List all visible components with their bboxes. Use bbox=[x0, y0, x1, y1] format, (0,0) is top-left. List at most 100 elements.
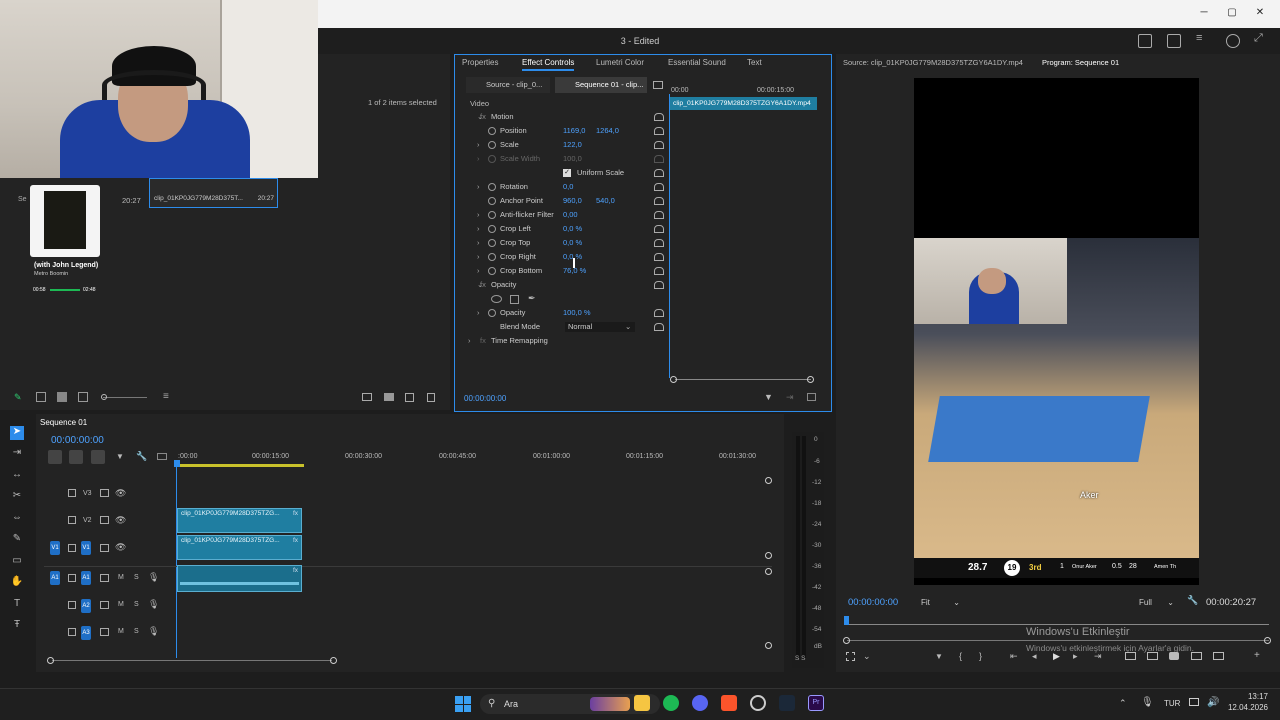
zoom-slider[interactable] bbox=[103, 397, 147, 398]
discord-icon[interactable] bbox=[692, 695, 708, 711]
razor-icon[interactable]: ✂ bbox=[10, 490, 24, 504]
time-remapping-row[interactable]: › fx Time Remapping bbox=[468, 335, 666, 347]
clock-date[interactable]: 12.04.2026 bbox=[1222, 703, 1268, 712]
lock-icon[interactable] bbox=[68, 601, 76, 609]
ellipse-mask-icon[interactable] bbox=[491, 295, 502, 303]
tab-effect-controls[interactable]: Effect Controls bbox=[522, 58, 575, 71]
playhead-handle[interactable] bbox=[174, 460, 180, 467]
blend-mode-row[interactable]: Blend Mode Normal ⌄ bbox=[470, 321, 666, 333]
tab-properties[interactable]: Properties bbox=[462, 58, 498, 67]
a-scroll-handle[interactable] bbox=[765, 568, 772, 575]
sync-lock-icon[interactable] bbox=[100, 574, 109, 582]
add-marker-icon[interactable]: ▼ bbox=[935, 652, 943, 661]
pencil-icon[interactable]: ✎ bbox=[14, 392, 24, 402]
mute-button[interactable]: M bbox=[118, 574, 124, 581]
scale-row[interactable]: › Scale 122,0 bbox=[470, 139, 666, 151]
crop-right-row[interactable]: › Crop Right 0,0 % bbox=[470, 251, 666, 263]
marker-icon[interactable]: ▼ bbox=[116, 452, 124, 461]
lock-icon[interactable] bbox=[68, 628, 76, 636]
timeline-h-scroll[interactable] bbox=[52, 660, 332, 661]
pen-mask-icon[interactable]: ✒ bbox=[528, 293, 536, 304]
search-icon[interactable] bbox=[1226, 34, 1240, 48]
rectangle-mask-icon[interactable] bbox=[510, 295, 519, 304]
source-v1-button[interactable]: V1 bbox=[50, 541, 60, 555]
sort-icon[interactable]: ≡ bbox=[163, 391, 169, 402]
quality-dropdown[interactable]: Full ⌄ bbox=[1136, 596, 1178, 609]
sync-lock-icon[interactable] bbox=[100, 544, 109, 552]
new-item-icon[interactable] bbox=[405, 393, 414, 402]
close-button[interactable]: ✕ bbox=[1253, 6, 1267, 20]
lock-icon[interactable] bbox=[68, 574, 76, 582]
meter-solo[interactable]: S S bbox=[795, 655, 805, 662]
spotify-icon[interactable] bbox=[663, 695, 679, 711]
share-icon[interactable] bbox=[1167, 34, 1181, 48]
new-bin-icon[interactable] bbox=[384, 393, 394, 401]
crop-left-row[interactable]: › Crop Left 0,0 % bbox=[470, 223, 666, 235]
track-label-a1[interactable]: A1 bbox=[81, 571, 91, 585]
slip-icon[interactable]: ⇔ bbox=[10, 512, 24, 526]
mute-button[interactable]: M bbox=[118, 601, 124, 608]
sequence-tab[interactable]: Sequence 01 bbox=[40, 418, 87, 427]
mark-in-icon[interactable]: { bbox=[959, 651, 962, 661]
ec-clip-bar[interactable]: clip_01KP0JG779M28D375TZGY6A1DY.mp4 bbox=[670, 97, 817, 110]
lock-icon[interactable] bbox=[68, 544, 76, 552]
antiflicker-row[interactable]: › Anti-flicker Filter 0,00 bbox=[470, 209, 666, 221]
program-scrub-bar[interactable] bbox=[847, 624, 1269, 625]
icon-view-icon[interactable] bbox=[57, 392, 67, 402]
source-monitor-tab[interactable]: Source: clip_01KP0JG779M28D375TZGY6A1DY.… bbox=[843, 58, 1023, 67]
toggle-timeline-icon[interactable] bbox=[653, 81, 663, 89]
track-select-icon[interactable]: ⇥ bbox=[10, 447, 24, 461]
source-a1-button[interactable]: A1 bbox=[50, 571, 60, 585]
play-icon[interactable]: ▶ bbox=[1053, 651, 1060, 662]
premiere-pro-icon[interactable]: Pr bbox=[808, 695, 824, 711]
anchor-row[interactable]: Anchor Point 960,0 540,0 bbox=[470, 195, 666, 207]
v-scroll-handle[interactable] bbox=[765, 552, 772, 559]
music-progress[interactable] bbox=[50, 289, 80, 291]
sequence-dropdown[interactable]: Sequence 01 - clip... bbox=[555, 77, 647, 93]
source-dropdown[interactable]: Source - clip_0... bbox=[466, 77, 550, 93]
captions-icon[interactable] bbox=[157, 453, 167, 460]
mic-icon[interactable]: 🎙 bbox=[148, 599, 159, 610]
wrench-icon[interactable]: 🔧 bbox=[136, 451, 147, 462]
sync-lock-icon[interactable] bbox=[100, 489, 109, 497]
microphone-icon[interactable]: 🎙 bbox=[1141, 697, 1154, 708]
zoom-handle[interactable] bbox=[101, 394, 107, 400]
timeline-timecode[interactable]: 00:00:00:00 bbox=[51, 435, 104, 446]
steam-icon[interactable] bbox=[779, 695, 795, 711]
language-indicator[interactable]: TUR bbox=[1164, 699, 1180, 708]
lock-icon[interactable] bbox=[68, 489, 76, 497]
opacity-section-row[interactable]: ⌄ fx Opacity bbox=[470, 279, 666, 291]
a-scroll-handle[interactable] bbox=[765, 642, 772, 649]
go-to-out-icon[interactable]: ⇥ bbox=[1094, 651, 1102, 662]
add-button-icon[interactable]: + bbox=[1254, 650, 1260, 661]
steam-tray-icon[interactable] bbox=[750, 695, 766, 711]
filter-icon[interactable]: ▼ bbox=[764, 392, 773, 402]
tab-essential-sound[interactable]: Essential Sound bbox=[668, 58, 726, 67]
export-icon[interactable] bbox=[807, 393, 816, 401]
mic-icon[interactable]: 🎙 bbox=[148, 572, 159, 583]
maximize-button[interactable]: ▢ bbox=[1225, 6, 1239, 20]
mute-button[interactable]: M bbox=[118, 628, 124, 635]
workspace-icon[interactable] bbox=[1138, 34, 1152, 48]
sync-lock-icon[interactable] bbox=[100, 628, 109, 636]
type-tool-icon[interactable]: T bbox=[10, 598, 24, 612]
solo-button[interactable]: S bbox=[134, 601, 139, 608]
tab-text[interactable]: Text bbox=[747, 58, 762, 67]
work-area-bar[interactable] bbox=[178, 464, 304, 467]
ec-zoom-right-handle[interactable] bbox=[807, 376, 814, 383]
clock-time[interactable]: 13:17 bbox=[1238, 692, 1268, 701]
proxy-toggle-icon[interactable] bbox=[1213, 652, 1224, 660]
sync-lock-icon[interactable] bbox=[100, 516, 109, 524]
ec-playhead[interactable] bbox=[669, 94, 670, 378]
mic-icon[interactable]: 🎙 bbox=[148, 626, 159, 637]
eye-icon[interactable]: 👁 bbox=[115, 515, 126, 526]
freeform-view-icon[interactable] bbox=[78, 392, 88, 402]
linked-selection-icon[interactable] bbox=[91, 450, 105, 464]
settings-wrench-icon[interactable]: 🔧 bbox=[1187, 595, 1198, 606]
step-back-icon[interactable]: ◂ bbox=[1032, 651, 1037, 662]
safe-margins-icon[interactable] bbox=[846, 652, 855, 661]
eye-icon[interactable]: 👁 bbox=[115, 488, 126, 499]
clip-v1[interactable]: clip_01KP0JG779M28D375TZG... fx bbox=[177, 535, 302, 560]
volume-icon[interactable]: 🔊 bbox=[1207, 697, 1219, 708]
snap-icon[interactable] bbox=[69, 450, 83, 464]
